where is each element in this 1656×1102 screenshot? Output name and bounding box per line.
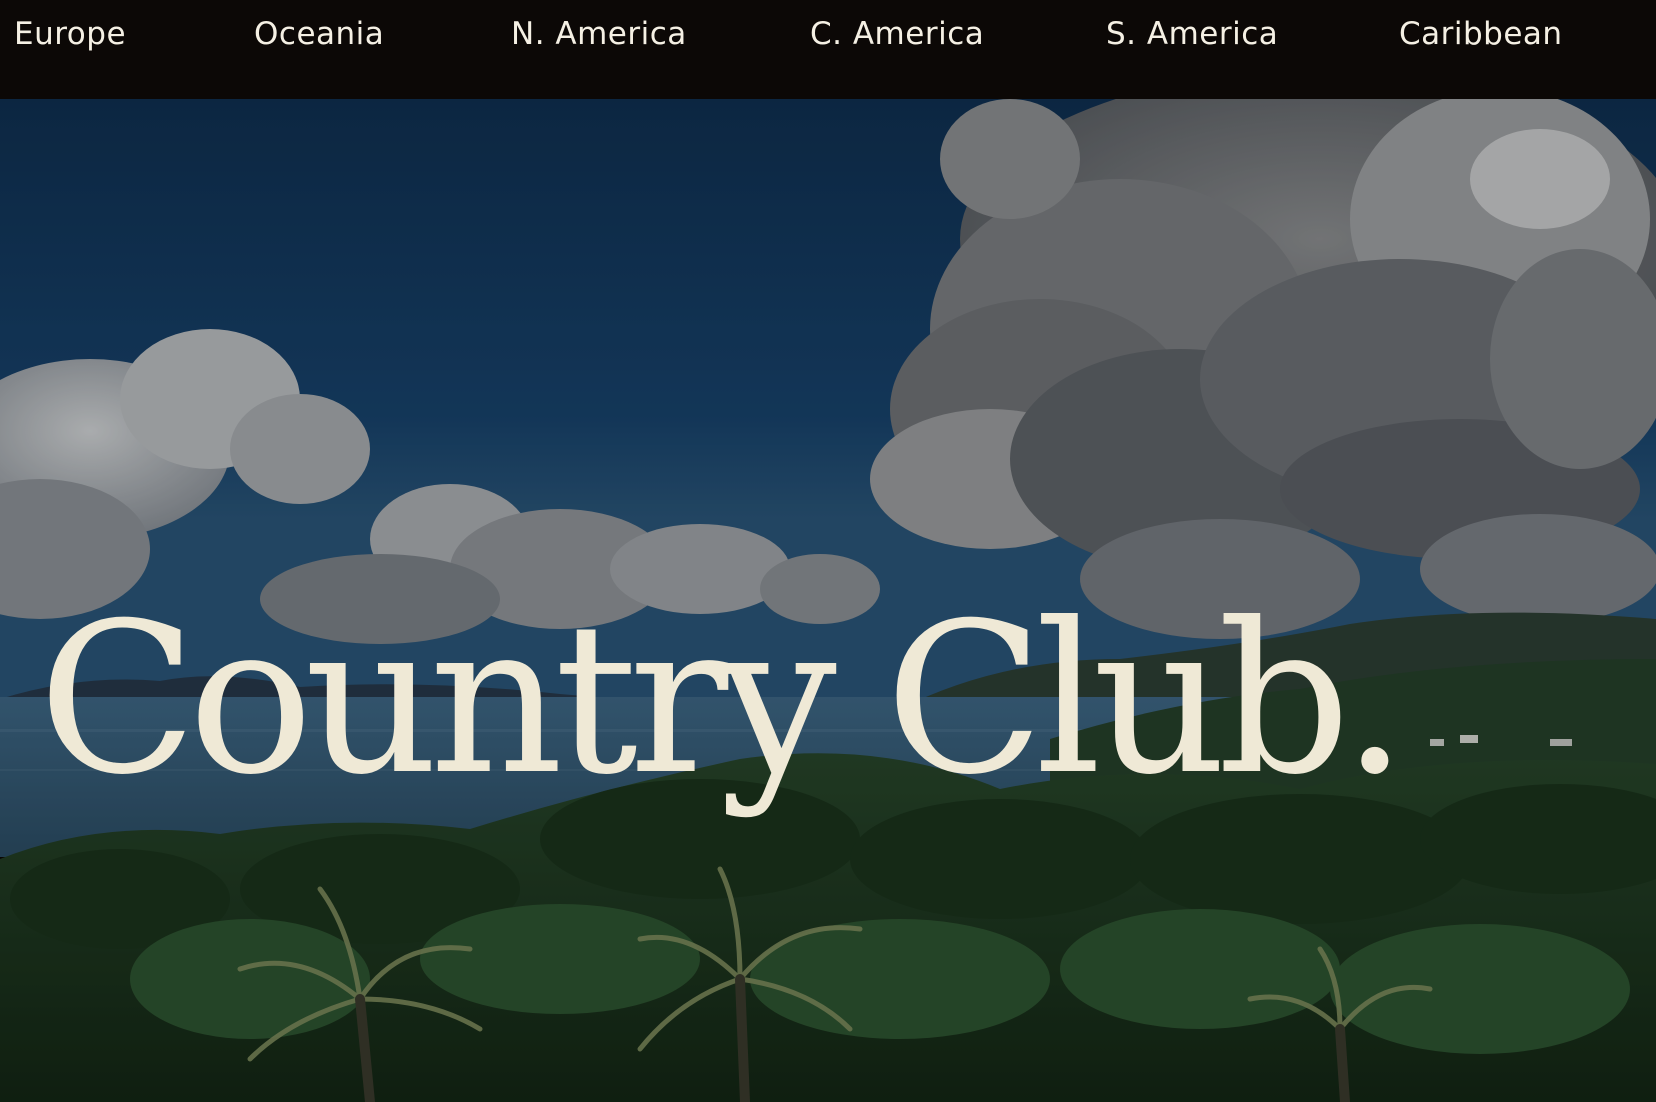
nav-item-c-america[interactable]: C. America <box>810 16 984 52</box>
nav-item-caribbean[interactable]: Caribbean <box>1399 16 1563 52</box>
page: Europe Oceania N. America C. America S. … <box>0 0 1656 1102</box>
nav-item-europe[interactable]: Europe <box>14 16 126 52</box>
hero-title: Country Club. <box>38 579 1408 821</box>
region-nav: Europe Oceania N. America C. America S. … <box>0 0 1656 99</box>
nav-item-oceania[interactable]: Oceania <box>254 16 384 52</box>
nav-item-s-america[interactable]: S. America <box>1106 16 1278 52</box>
nav-item-n-america[interactable]: N. America <box>511 16 687 52</box>
hero-section: Country Club. <box>0 99 1656 1102</box>
